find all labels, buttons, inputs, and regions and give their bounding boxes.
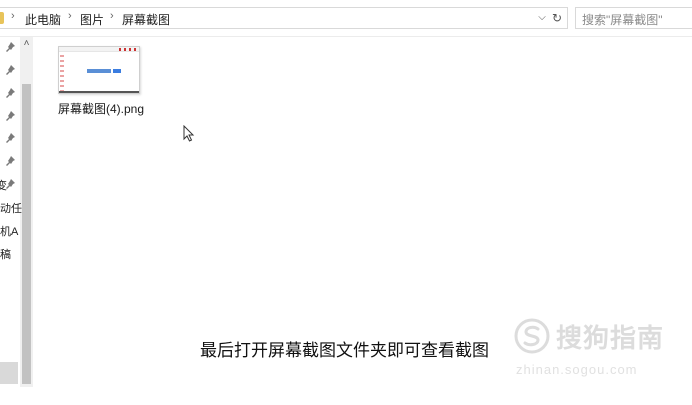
- pin-icon[interactable]: [4, 132, 16, 144]
- pin-icon[interactable]: [4, 110, 16, 122]
- breadcrumb-this-pc[interactable]: 此电脑: [25, 11, 61, 28]
- scroll-up-icon[interactable]: ˄: [20, 37, 33, 51]
- video-caption: 最后打开屏幕截图文件夹即可查看截图: [200, 341, 489, 360]
- nav-scrollbar-thumb[interactable]: [22, 84, 31, 384]
- breadcrumb-pictures[interactable]: 图片: [80, 11, 104, 28]
- watermark-brand: 搜狗指南: [556, 323, 665, 353]
- pin-icon[interactable]: [4, 87, 16, 99]
- nav-item-label[interactable]: 变: [0, 177, 7, 193]
- mouse-cursor-icon: [183, 125, 195, 142]
- nav-item-label[interactable]: 动任: [0, 200, 22, 216]
- address-bar[interactable]: › 此电脑 › 图片 › 屏幕截图 ⌵ ↻: [0, 7, 568, 29]
- sogou-logo-icon: [514, 318, 550, 354]
- pin-icon[interactable]: [4, 64, 16, 76]
- pin-icon[interactable]: [4, 41, 16, 53]
- file-item[interactable]: 屏幕截图(4).png: [55, 42, 151, 120]
- refresh-icon[interactable]: ↻: [550, 10, 564, 26]
- watermark-url: zhinan.sogou.com: [516, 362, 638, 377]
- search-input[interactable]: 搜索"屏幕截图": [575, 7, 692, 29]
- breadcrumb-screenshots[interactable]: 屏幕截图: [122, 11, 170, 28]
- file-name[interactable]: 屏幕截图(4).png: [58, 100, 144, 117]
- pin-icon[interactable]: [4, 155, 16, 167]
- image-thumbnail-icon: [58, 46, 140, 94]
- address-row: › 此电脑 › 图片 › 屏幕截图 ⌵ ↻ 搜索"屏幕截图": [0, 0, 692, 37]
- folder-icon: [0, 12, 4, 24]
- nav-item-label[interactable]: 机A: [0, 223, 18, 239]
- search-placeholder: 搜索"屏幕截图": [582, 13, 663, 27]
- breadcrumb-separator[interactable]: ›: [11, 10, 15, 22]
- nav-item-label[interactable]: 稿: [0, 246, 11, 262]
- breadcrumb-separator[interactable]: ›: [68, 10, 72, 22]
- chevron-down-icon[interactable]: ⌵: [535, 10, 549, 26]
- nav-item-selected[interactable]: [0, 362, 18, 384]
- breadcrumb-separator[interactable]: ›: [110, 10, 114, 22]
